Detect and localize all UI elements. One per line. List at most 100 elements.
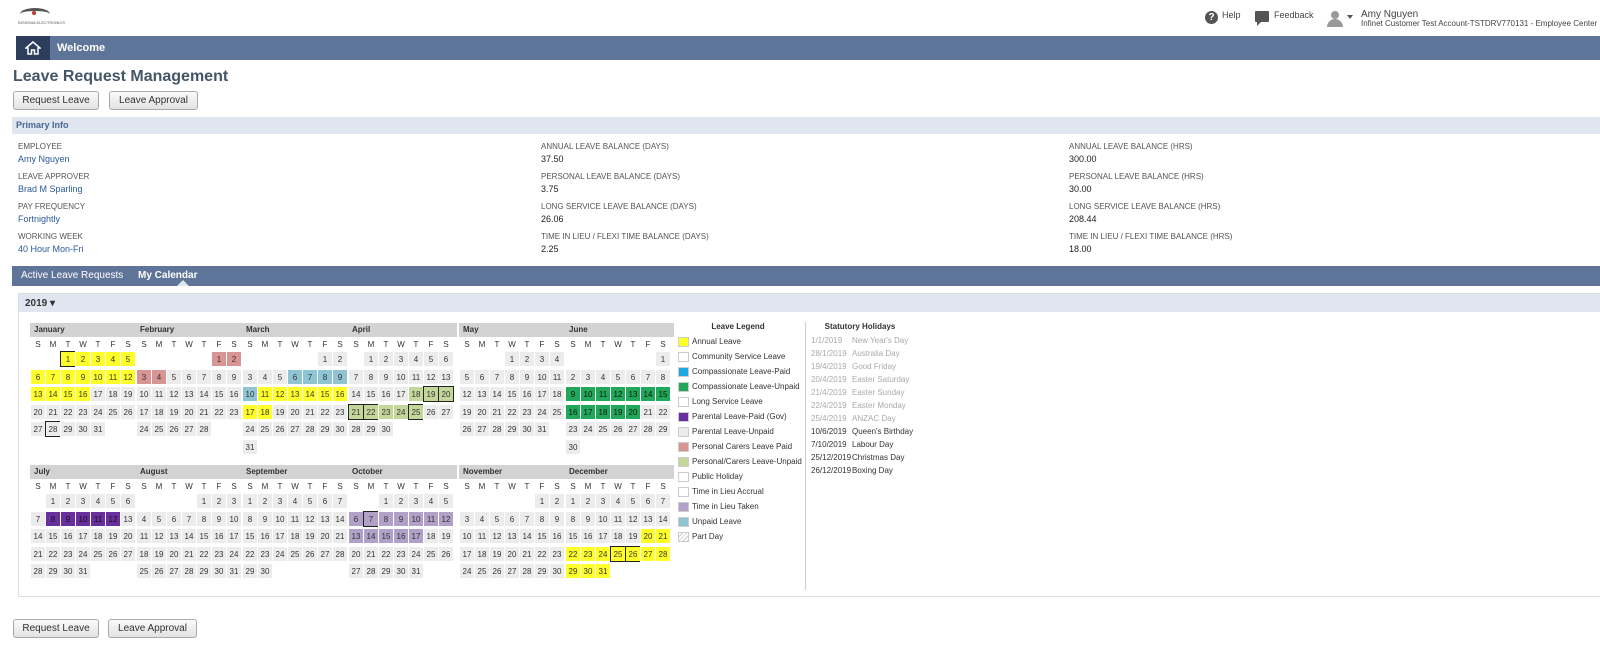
calendar-day[interactable]: 31 bbox=[534, 421, 550, 437]
calendar-day[interactable]: 18 bbox=[610, 528, 626, 544]
calendar-day[interactable]: 3 bbox=[408, 493, 424, 509]
calendar-day[interactable]: 28 bbox=[655, 545, 671, 562]
calendar-day[interactable]: 7 bbox=[348, 368, 364, 385]
calendar-day[interactable]: 9 bbox=[549, 510, 565, 527]
calendar-day[interactable]: 21 bbox=[489, 403, 505, 420]
calendar-day[interactable]: 27 bbox=[474, 421, 490, 437]
calendar-day[interactable]: 3 bbox=[459, 510, 475, 527]
calendar-day[interactable]: 26 bbox=[105, 545, 121, 562]
calendar-day[interactable]: 20 bbox=[30, 403, 46, 420]
calendar-day[interactable]: 14 bbox=[196, 386, 212, 402]
calendar-day[interactable]: 12 bbox=[272, 386, 288, 402]
calendar-day[interactable]: 24 bbox=[393, 403, 409, 420]
calendar-day[interactable]: 3 bbox=[75, 493, 91, 509]
calendar-day[interactable]: 23 bbox=[580, 545, 596, 562]
calendar-day[interactable]: 23 bbox=[257, 545, 273, 562]
calendar-day[interactable]: 18 bbox=[549, 386, 565, 402]
calendar-day[interactable]: 23 bbox=[549, 545, 565, 562]
calendar-day[interactable]: 1 bbox=[317, 351, 333, 367]
calendar-day[interactable]: 1 bbox=[534, 493, 550, 509]
calendar-day[interactable]: 21 bbox=[332, 528, 348, 544]
calendar-day[interactable]: 3 bbox=[595, 493, 611, 509]
calendar-day[interactable]: 20 bbox=[287, 403, 303, 420]
calendar-day[interactable]: 19 bbox=[489, 545, 505, 562]
calendar-day[interactable]: 7 bbox=[519, 510, 535, 527]
calendar-day[interactable]: 17 bbox=[534, 386, 550, 402]
calendar-day[interactable]: 20 bbox=[348, 545, 364, 562]
calendar-day[interactable]: 23 bbox=[75, 403, 91, 420]
calendar-day[interactable]: 13 bbox=[640, 510, 656, 527]
calendar-day[interactable]: 6 bbox=[181, 368, 197, 385]
calendar-day[interactable]: 15 bbox=[504, 386, 520, 402]
field-value[interactable]: 40 Hour Mon-Fri bbox=[18, 244, 84, 254]
calendar-day[interactable]: 27 bbox=[166, 563, 182, 579]
calendar-day[interactable]: 31 bbox=[75, 563, 91, 579]
calendar-day[interactable]: 22 bbox=[534, 545, 550, 562]
calendar-day[interactable]: 22 bbox=[363, 403, 379, 420]
calendar-day[interactable]: 30 bbox=[75, 421, 91, 437]
calendar-day[interactable]: 25 bbox=[257, 421, 273, 437]
calendar-day[interactable]: 29 bbox=[45, 563, 61, 579]
calendar-day[interactable]: 7 bbox=[655, 493, 671, 509]
calendar-day[interactable]: 19 bbox=[423, 386, 439, 402]
calendar-day[interactable]: 21 bbox=[348, 403, 364, 420]
calendar-day[interactable]: 25 bbox=[287, 545, 303, 562]
calendar-day[interactable]: 18 bbox=[151, 403, 167, 420]
calendar-day[interactable]: 26 bbox=[625, 545, 641, 562]
calendar-day[interactable]: 11 bbox=[151, 386, 167, 402]
calendar-day[interactable]: 23 bbox=[211, 545, 227, 562]
calendar-day[interactable]: 21 bbox=[302, 403, 318, 420]
calendar-day[interactable]: 8 bbox=[504, 368, 520, 385]
calendar-day[interactable]: 2 bbox=[565, 368, 581, 385]
calendar-day[interactable]: 14 bbox=[332, 510, 348, 527]
calendar-day[interactable]: 15 bbox=[565, 528, 581, 544]
calendar-day[interactable]: 1 bbox=[242, 493, 258, 509]
calendar-day[interactable]: 12 bbox=[423, 368, 439, 385]
calendar-day[interactable]: 4 bbox=[257, 368, 273, 385]
calendar-day[interactable]: 18 bbox=[595, 403, 611, 420]
request-leave-button[interactable]: Request Leave bbox=[13, 91, 99, 110]
calendar-day[interactable]: 13 bbox=[287, 386, 303, 402]
calendar-day[interactable]: 12 bbox=[105, 510, 121, 527]
calendar-day[interactable]: 9 bbox=[378, 368, 394, 385]
user-menu-chevron-down-icon[interactable] bbox=[1347, 15, 1353, 19]
calendar-day[interactable]: 1 bbox=[378, 493, 394, 509]
calendar-day[interactable]: 6 bbox=[504, 510, 520, 527]
calendar-day[interactable]: 29 bbox=[196, 563, 212, 579]
calendar-day[interactable]: 11 bbox=[90, 510, 106, 527]
calendar-day[interactable]: 24 bbox=[408, 545, 424, 562]
calendar-day[interactable]: 26 bbox=[166, 421, 182, 437]
calendar-day[interactable]: 20 bbox=[181, 403, 197, 420]
calendar-day[interactable]: 30 bbox=[211, 563, 227, 579]
calendar-day[interactable]: 16 bbox=[226, 386, 242, 402]
calendar-day[interactable]: 18 bbox=[423, 528, 439, 544]
calendar-day[interactable]: 9 bbox=[211, 510, 227, 527]
calendar-day[interactable]: 12 bbox=[151, 528, 167, 544]
calendar-day[interactable]: 16 bbox=[60, 528, 76, 544]
calendar-day[interactable]: 27 bbox=[181, 421, 197, 437]
calendar-day[interactable]: 11 bbox=[549, 368, 565, 385]
calendar-day[interactable]: 8 bbox=[655, 368, 671, 385]
calendar-day[interactable]: 22 bbox=[565, 545, 581, 562]
calendar-day[interactable]: 22 bbox=[60, 403, 76, 420]
calendar-day[interactable]: 12 bbox=[438, 510, 454, 527]
calendar-day[interactable]: 15 bbox=[317, 386, 333, 402]
calendar-day[interactable]: 18 bbox=[136, 545, 152, 562]
calendar-day[interactable]: 12 bbox=[120, 368, 136, 385]
calendar-day[interactable]: 23 bbox=[393, 545, 409, 562]
calendar-day[interactable]: 15 bbox=[655, 386, 671, 402]
calendar-day[interactable]: 27 bbox=[120, 545, 136, 562]
calendar-day[interactable]: 26 bbox=[489, 563, 505, 579]
calendar-day[interactable]: 5 bbox=[610, 368, 626, 385]
calendar-day[interactable]: 25 bbox=[151, 421, 167, 437]
calendar-day[interactable]: 12 bbox=[302, 510, 318, 527]
calendar-day[interactable]: 5 bbox=[302, 493, 318, 509]
calendar-day[interactable]: 18 bbox=[474, 545, 490, 562]
calendar-day[interactable]: 18 bbox=[90, 528, 106, 544]
calendar-day[interactable]: 24 bbox=[75, 545, 91, 562]
calendar-day[interactable]: 13 bbox=[438, 368, 454, 385]
calendar-day[interactable]: 19 bbox=[272, 403, 288, 420]
calendar-day[interactable]: 5 bbox=[166, 368, 182, 385]
calendar-day[interactable]: 8 bbox=[317, 368, 333, 385]
calendar-day[interactable]: 16 bbox=[378, 386, 394, 402]
